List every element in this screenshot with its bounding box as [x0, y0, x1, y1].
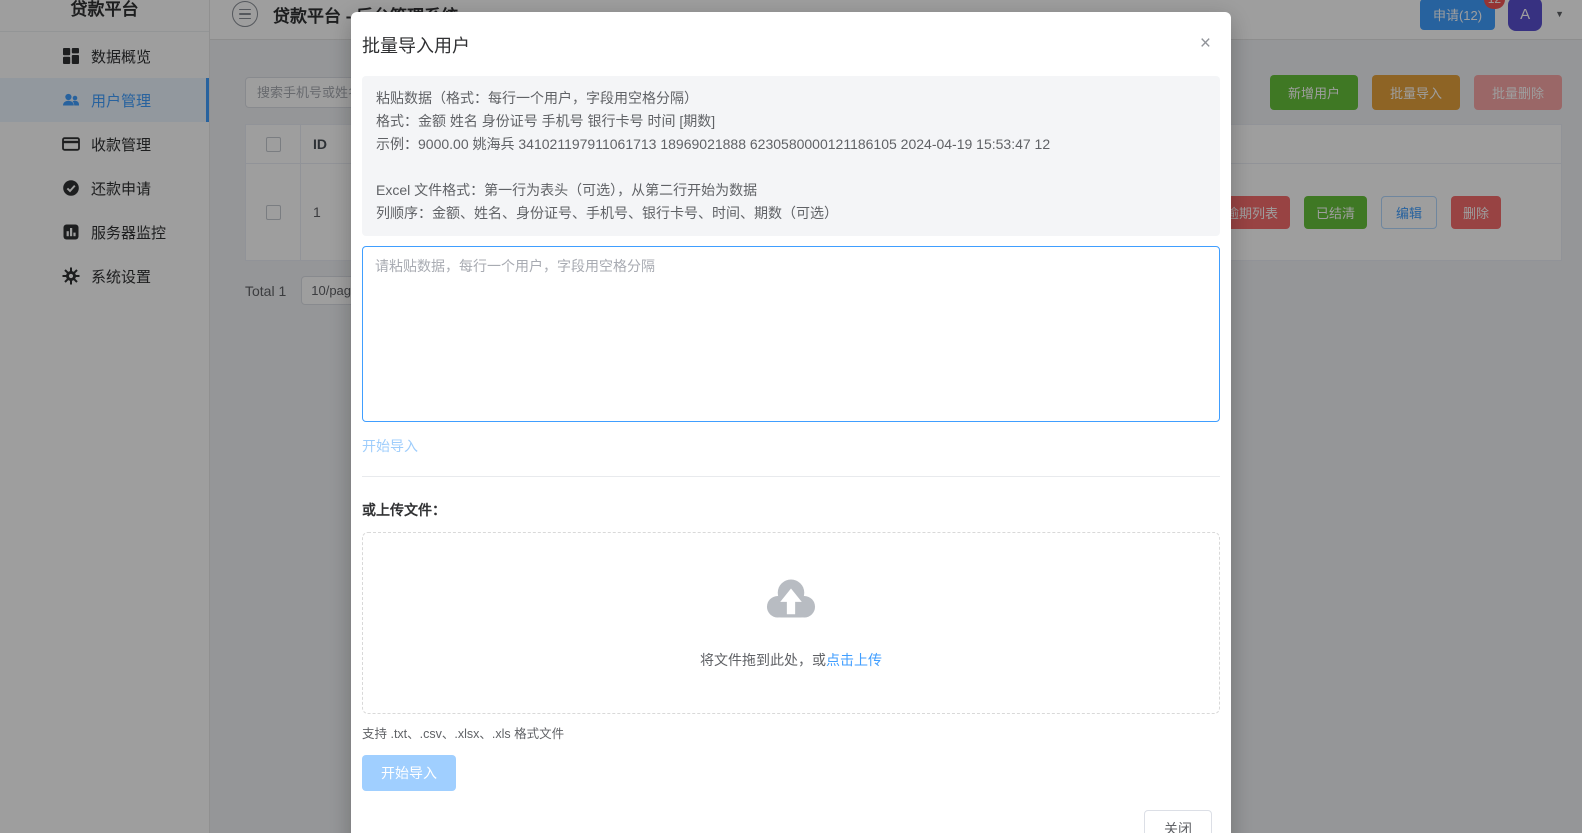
close-icon[interactable]: × [1200, 34, 1211, 53]
supported-formats-hint: 支持 .txt、.csv、.xlsx、.xls 格式文件 [362, 723, 1220, 742]
file-drop-zone[interactable]: 将文件拖到此处，或点击上传 [362, 532, 1220, 714]
start-import-button[interactable]: 开始导入 [362, 755, 456, 791]
modal-footer: 关闭 [362, 810, 1220, 833]
click-upload-link[interactable]: 点击上传 [826, 652, 882, 668]
import-format-info: 粘贴数据（格式：每行一个用户，字段用空格分隔） 格式：金额 姓名 身份证号 手机… [362, 76, 1220, 236]
info-line: 格式：金额 姓名 身份证号 手机号 银行卡号 时间 [期数] [376, 110, 1206, 133]
batch-import-modal: 批量导入用户 × 粘贴数据（格式：每行一个用户，字段用空格分隔） 格式：金额 姓… [351, 12, 1231, 833]
info-line [376, 156, 1206, 179]
upload-section-label: 或上传文件： [362, 500, 1220, 520]
info-line: Excel 文件格式：第一行为表头（可选），从第二行开始为数据 [376, 179, 1206, 202]
info-line: 列顺序：金额、姓名、身份证号、手机号、银行卡号、时间、期数（可选） [376, 202, 1206, 225]
info-line: 示例：9000.00 姚海兵 341021197911061713 189690… [376, 133, 1206, 156]
drop-zone-text: 将文件拖到此处，或点击上传 [700, 650, 882, 670]
info-line: 粘贴数据（格式：每行一个用户，字段用空格分隔） [376, 87, 1206, 110]
start-import-link[interactable]: 开始导入 [362, 436, 418, 456]
modal-title: 批量导入用户 [362, 32, 1220, 58]
paste-data-textarea[interactable] [362, 246, 1220, 422]
upload-cloud-icon [762, 576, 820, 626]
drop-text: 将文件拖到此处，或 [700, 652, 826, 668]
divider [362, 476, 1220, 477]
close-modal-button[interactable]: 关闭 [1144, 810, 1212, 833]
